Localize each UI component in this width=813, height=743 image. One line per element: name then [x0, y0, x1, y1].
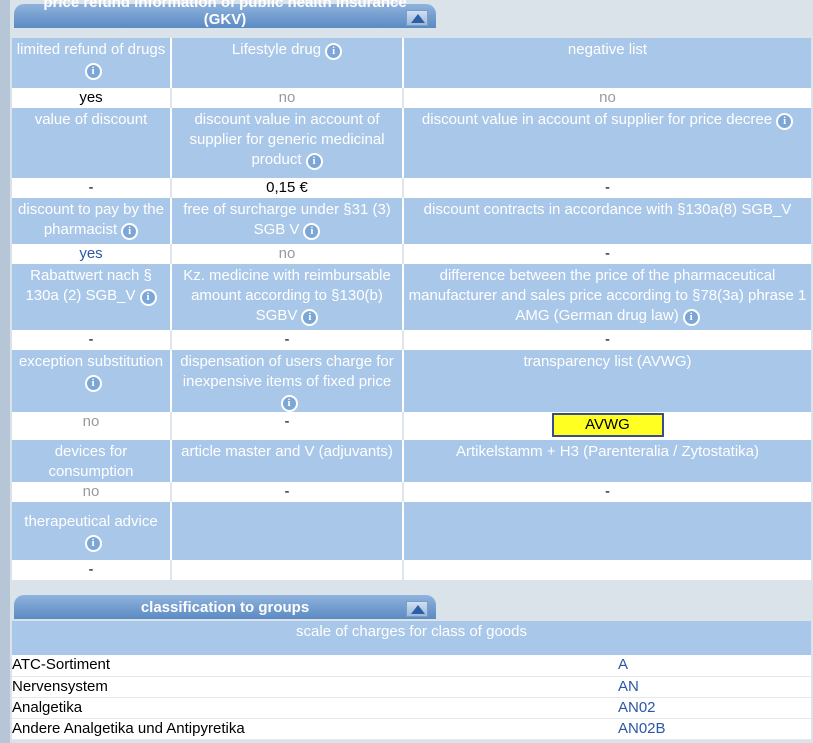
value-empty	[403, 560, 811, 580]
value-article-master: -	[171, 482, 404, 502]
classification-panel-header: classification to groups	[14, 595, 436, 619]
value-artikelstamm: -	[403, 482, 811, 502]
label-limited-refund: limited refund of drugs	[16, 41, 166, 58]
value-free-surcharge: no	[171, 244, 404, 264]
value-discount-generic: 0,15 €	[171, 178, 404, 198]
value-devices-consumption: no	[12, 482, 172, 502]
table-row: -	[12, 560, 811, 580]
value-exception-substitution: no	[12, 412, 172, 440]
label-transparency-list: transparency list (AVWG)	[523, 353, 692, 370]
table-row: limited refund of drugsi Lifestyle drug i…	[12, 38, 811, 88]
scale-header: scale of charges for class of goods	[12, 621, 811, 655]
class-code[interactable]: AN02B	[612, 718, 811, 740]
class-name: Nervensystem	[12, 676, 612, 698]
class-name: Andere Analgetika und Antipyretika	[12, 718, 612, 740]
gkv-panel-title: price refund information of public healt…	[43, 0, 407, 28]
gkv-refund-table: limited refund of drugsi Lifestyle drug i…	[12, 38, 811, 580]
table-row: exception substitution i dispensation of …	[12, 350, 811, 412]
label-price-difference: difference between the price of the phar…	[408, 267, 807, 324]
value-therapeutical-advice: -	[12, 560, 172, 580]
info-icon[interactable]: i	[301, 309, 319, 326]
gkv-panel-header: price refund information of public healt…	[14, 0, 436, 28]
info-icon[interactable]: i	[776, 113, 794, 130]
value-lifestyle-drug: no	[171, 88, 404, 108]
value-empty	[171, 560, 404, 580]
table-row: discount to pay by the pharmacist i free …	[12, 198, 811, 244]
value-limited-refund: yes	[12, 88, 172, 108]
class-code[interactable]: AN02	[612, 697, 811, 719]
value-negative-list: no	[403, 88, 811, 108]
value-discount-contracts: -	[403, 244, 811, 264]
table-row: Andere Analgetika und Antipyretika AN02B	[12, 718, 811, 740]
table-row: yes no -	[12, 244, 811, 264]
label-devices-consumption: devices for consumption	[48, 443, 134, 480]
value-reimbursable-amount: -	[171, 330, 404, 350]
info-icon[interactable]: i	[84, 63, 102, 80]
table-row: devices for consumption article master a…	[12, 440, 811, 482]
value-discount-pharmacist: yes	[12, 244, 172, 264]
classification-panel-title: classification to groups	[140, 598, 310, 616]
label-reimbursable-amount: Kz. medicine with reimbursable amount ac…	[183, 267, 391, 324]
label-value-of-discount: value of discount	[34, 111, 148, 128]
info-icon[interactable]: i	[325, 43, 343, 60]
info-icon[interactable]: i	[84, 535, 102, 552]
collapse-up-arrow-icon[interactable]	[406, 10, 428, 26]
collapse-up-arrow-icon[interactable]	[406, 601, 428, 617]
label-discount-generic: discount value in account of supplier fo…	[189, 111, 385, 168]
value-price-difference: -	[403, 330, 811, 350]
label-therapeutical-advice: therapeutical advice	[24, 513, 158, 530]
label-negative-list: negative list	[567, 41, 648, 58]
label-discount-price-decree: discount value in account of supplier fo…	[421, 111, 773, 128]
label-empty	[403, 502, 811, 560]
class-name: ATC-Sortiment	[12, 655, 612, 677]
label-article-master: article master and V (adjuvants)	[181, 443, 393, 460]
avwg-button[interactable]: AVWG	[551, 413, 664, 437]
table-row: value of discount discount value in acco…	[12, 108, 811, 178]
table-row: ATC-Sortiment A	[12, 655, 811, 677]
value-discount-price-decree: -	[403, 178, 811, 198]
label-empty	[171, 502, 404, 560]
info-icon[interactable]: i	[139, 289, 157, 306]
class-code[interactable]: AN	[612, 676, 811, 698]
table-row: no - AVWG	[12, 412, 811, 440]
table-row: - 0,15 € -	[12, 178, 811, 198]
value-rabattwert: -	[12, 330, 172, 350]
label-artikelstamm: Artikelstamm + H3 (Parenteralia / Zytost…	[455, 443, 759, 460]
label-discount-pharmacist: discount to pay by the pharmacist	[18, 201, 164, 238]
table-row: therapeutical advice i	[12, 502, 811, 560]
info-icon[interactable]: i	[305, 153, 323, 170]
info-icon[interactable]: i	[303, 223, 321, 240]
table-row: - - -	[12, 330, 811, 350]
label-rabattwert: Rabattwert nach § 130a (2) SGB_V	[25, 267, 152, 304]
label-exception-substitution: exception substitution	[18, 353, 164, 370]
info-icon[interactable]: i	[280, 395, 298, 412]
classification-table: ATC-Sortiment A Nervensystem AN Analgeti…	[12, 655, 811, 740]
label-lifestyle-drug: Lifestyle drug	[231, 41, 322, 58]
table-row: Nervensystem AN	[12, 676, 811, 698]
class-code[interactable]: A	[612, 655, 811, 677]
table-row: Analgetika AN02	[12, 697, 811, 719]
left-scroll-strip	[0, 0, 10, 743]
value-discount: -	[12, 178, 172, 198]
label-discount-contracts: discount contracts in accordance with §1…	[423, 201, 792, 218]
table-row: no - -	[12, 482, 811, 502]
info-icon[interactable]: i	[682, 309, 700, 326]
class-name: Analgetika	[12, 697, 612, 719]
label-users-charge: dispensation of users charge for inexpen…	[180, 353, 394, 390]
label-free-surcharge: free of surcharge under §31 (3) SGB V	[183, 201, 391, 238]
info-icon[interactable]: i	[84, 375, 102, 392]
info-icon[interactable]: i	[121, 223, 139, 240]
value-users-charge: -	[171, 412, 404, 440]
table-row: Rabattwert nach § 130a (2) SGB_V i Kz. me…	[12, 264, 811, 330]
table-row: yes no no	[12, 88, 811, 108]
